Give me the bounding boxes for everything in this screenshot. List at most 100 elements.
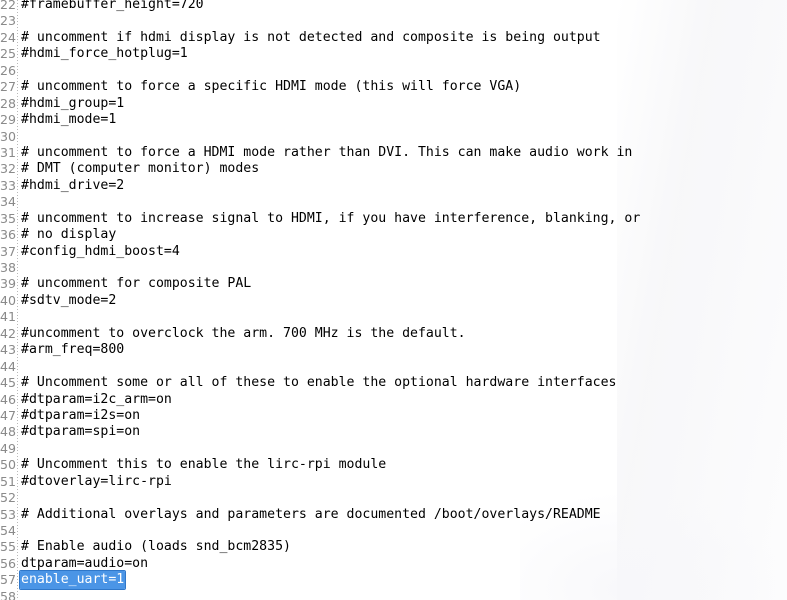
code-line[interactable]: 28 #hdmi_group=1 bbox=[0, 96, 787, 112]
line-number: 55 bbox=[0, 539, 17, 555]
code-line[interactable]: 34 bbox=[0, 194, 787, 210]
line-number: 36 bbox=[0, 227, 17, 243]
code-text-selected[interactable]: enable_uart=1 bbox=[20, 571, 126, 590]
line-number: 30 bbox=[0, 128, 17, 144]
code-line[interactable]: 35 # uncomment to increase signal to HDMI… bbox=[0, 211, 787, 227]
code-line[interactable]: 41 bbox=[0, 309, 787, 325]
line-number: 27 bbox=[0, 79, 17, 95]
code-text[interactable]: # no display bbox=[21, 227, 116, 243]
selection-highlight[interactable]: enable_uart=1 bbox=[20, 571, 126, 590]
code-text[interactable]: #dtparam=i2c_arm=on bbox=[21, 392, 172, 408]
line-number: 25 bbox=[0, 46, 17, 62]
code-text[interactable]: # uncomment if hdmi display is not detec… bbox=[21, 30, 601, 46]
line-number: 53 bbox=[0, 506, 17, 522]
code-text[interactable]: # uncomment to force a HDMI mode rather … bbox=[21, 145, 632, 161]
code-line[interactable]: 42 #uncomment to overclock the arm. 700 M… bbox=[0, 326, 787, 342]
code-text[interactable]: # Uncomment some or all of these to enab… bbox=[21, 375, 616, 391]
code-line[interactable]: 30 bbox=[0, 129, 787, 145]
line-number: 46 bbox=[0, 391, 17, 407]
code-text[interactable]: #sdtv_mode=2 bbox=[21, 293, 116, 309]
code-text[interactable]: # uncomment to increase signal to HDMI, … bbox=[21, 211, 640, 227]
code-line[interactable]: 23 bbox=[0, 13, 787, 29]
code-text[interactable]: #framebuffer_height=720 bbox=[21, 0, 204, 13]
code-text[interactable]: # DMT (computer monitor) modes bbox=[21, 161, 259, 177]
code-text[interactable]: #hdmi_force_hotplug=1 bbox=[21, 46, 188, 62]
code-text[interactable]: # uncomment to force a specific HDMI mod… bbox=[21, 79, 521, 95]
line-number: 56 bbox=[0, 555, 17, 571]
code-line[interactable]: 40 #sdtv_mode=2 bbox=[0, 293, 787, 309]
code-line[interactable]: 33 #hdmi_drive=2 bbox=[0, 178, 787, 194]
code-text[interactable]: #dtparam=spi=on bbox=[21, 424, 140, 440]
code-text[interactable]: #config_hdmi_boost=4 bbox=[21, 244, 180, 260]
line-number: 28 bbox=[0, 95, 17, 111]
code-line[interactable]: 38 bbox=[0, 260, 787, 276]
code-line[interactable]: 22 #framebuffer_height=720 bbox=[0, 0, 787, 13]
code-line[interactable]: 43 #arm_freq=800 bbox=[0, 342, 787, 358]
code-line[interactable]: 46 #dtparam=i2c_arm=on bbox=[0, 392, 787, 408]
line-number: 42 bbox=[0, 325, 17, 341]
code-line[interactable]: 29 #hdmi_mode=1 bbox=[0, 112, 787, 128]
code-line[interactable]: 45 # Uncomment some or all of these to en… bbox=[0, 375, 787, 391]
line-number: 39 bbox=[0, 276, 17, 292]
code-line[interactable]: 36 # no display bbox=[0, 227, 787, 243]
code-line[interactable]: 44 bbox=[0, 359, 787, 375]
line-number: 34 bbox=[0, 194, 17, 210]
code-line[interactable]: 53 # Additional overlays and parameters a… bbox=[0, 507, 787, 523]
code-text[interactable]: # Enable audio (loads snd_bcm2835) bbox=[21, 539, 291, 555]
code-line[interactable]: 24 # uncomment if hdmi display is not det… bbox=[0, 30, 787, 46]
code-text[interactable]: #dtoverlay=lirc-rpi bbox=[21, 474, 172, 490]
code-text[interactable]: #uncomment to overclock the arm. 700 MHz… bbox=[21, 326, 466, 342]
line-number: 23 bbox=[0, 13, 17, 29]
code-line[interactable]: 48 #dtparam=spi=on bbox=[0, 424, 787, 440]
line-number: 26 bbox=[0, 62, 17, 78]
line-number: 54 bbox=[0, 523, 17, 538]
code-text[interactable]: #hdmi_group=1 bbox=[21, 96, 124, 112]
line-number: 45 bbox=[0, 375, 17, 391]
code-text[interactable]: #hdmi_mode=1 bbox=[21, 112, 116, 128]
code-line[interactable]: 31 # uncomment to force a HDMI mode rathe… bbox=[0, 145, 787, 161]
line-number: 38 bbox=[0, 260, 17, 275]
code-line[interactable]: 51 #dtoverlay=lirc-rpi bbox=[0, 474, 787, 490]
line-number: 40 bbox=[0, 292, 17, 308]
code-line[interactable]: 57 enable_uart=1 bbox=[0, 571, 787, 590]
line-number: 58 bbox=[0, 588, 17, 600]
code-text[interactable]: # uncomment for composite PAL bbox=[21, 276, 251, 292]
code-line[interactable]: 58 bbox=[0, 589, 787, 600]
line-number: 44 bbox=[0, 358, 17, 374]
line-number: 41 bbox=[0, 309, 17, 325]
line-number: 31 bbox=[0, 144, 17, 160]
code-line[interactable]: 50 # Uncomment this to enable the lirc-rp… bbox=[0, 457, 787, 473]
text-editor-pane[interactable]: 22 #framebuffer_height=720 23 24 # uncomment… bbox=[0, 0, 787, 600]
code-text[interactable]: #arm_freq=800 bbox=[21, 342, 124, 358]
code-line[interactable]: 32 # DMT (computer monitor) modes bbox=[0, 161, 787, 177]
code-line[interactable]: 47 #dtparam=i2s=on bbox=[0, 408, 787, 424]
code-line[interactable]: 56 dtparam=audio=on bbox=[0, 556, 787, 572]
code-text[interactable]: #dtparam=i2s=on bbox=[21, 408, 140, 424]
line-number: 24 bbox=[0, 29, 17, 45]
code-line[interactable]: 27 # uncomment to force a specific HDMI m… bbox=[0, 79, 787, 95]
code-text[interactable]: dtparam=audio=on bbox=[21, 556, 148, 572]
code-line[interactable]: 55 # Enable audio (loads snd_bcm2835) bbox=[0, 539, 787, 555]
line-number: 57 bbox=[0, 572, 17, 588]
line-number: 48 bbox=[0, 424, 17, 440]
line-number: 22 bbox=[0, 0, 17, 12]
code-line[interactable]: 37 #config_hdmi_boost=4 bbox=[0, 244, 787, 260]
code-line[interactable]: 26 bbox=[0, 63, 787, 79]
code-line[interactable]: 25 #hdmi_force_hotplug=1 bbox=[0, 46, 787, 62]
code-line[interactable]: 52 bbox=[0, 490, 787, 506]
line-number: 43 bbox=[0, 342, 17, 358]
code-text[interactable]: #hdmi_drive=2 bbox=[21, 178, 124, 194]
line-number: 29 bbox=[0, 112, 17, 128]
code-text[interactable]: # Additional overlays and parameters are… bbox=[21, 507, 601, 523]
code-line[interactable]: 49 bbox=[0, 441, 787, 457]
line-number: 47 bbox=[0, 407, 17, 423]
line-number: 52 bbox=[0, 490, 17, 506]
line-number: 32 bbox=[0, 161, 17, 177]
code-line[interactable]: 39 # uncomment for composite PAL bbox=[0, 276, 787, 292]
code-text[interactable]: # Uncomment this to enable the lirc-rpi … bbox=[21, 457, 386, 473]
line-number: 51 bbox=[0, 473, 17, 489]
code-line[interactable]: 54 bbox=[0, 523, 787, 539]
line-number: 37 bbox=[0, 243, 17, 259]
line-number: 35 bbox=[0, 210, 17, 226]
code-line-list[interactable]: 22 #framebuffer_height=720 23 24 # uncomment… bbox=[0, 0, 787, 600]
